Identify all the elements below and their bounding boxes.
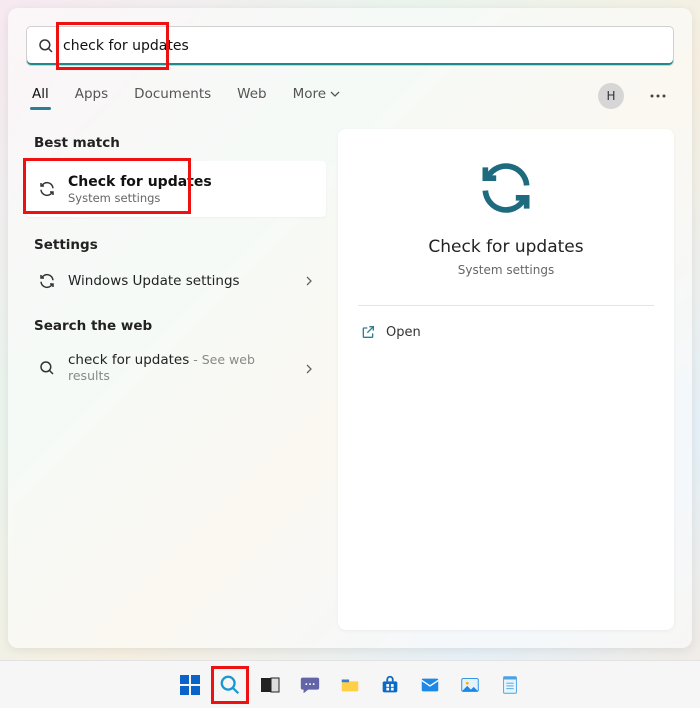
taskbar-chat-button[interactable] [296,671,324,699]
preview-panel: Check for updates System settings Open [338,129,674,630]
result-title: Check for updates [68,174,212,190]
chevron-right-icon [304,359,314,378]
tab-all[interactable]: All [30,80,51,112]
divider [358,305,654,306]
result-text-block: Check for updates System settings [68,174,212,205]
preview-subtitle: System settings [458,263,554,277]
result-windows-update-settings[interactable]: Windows Update settings [26,263,326,298]
section-header-best-match: Best match [26,129,326,161]
folder-icon [339,674,361,696]
tab-web[interactable]: Web [235,80,268,112]
result-subtitle: System settings [68,191,212,205]
tab-more-label: More [293,86,326,102]
task-view-icon [259,674,281,696]
result-best-match[interactable]: Check for updates System settings [26,161,326,217]
taskbar-photos-button[interactable] [456,671,484,699]
chevron-right-icon [304,271,314,290]
update-icon-large [475,157,537,219]
notepad-icon [499,674,521,696]
open-action[interactable]: Open [358,320,654,344]
search-input[interactable] [63,38,663,54]
result-label: check for updates - See web results [68,352,292,384]
tab-more[interactable]: More [291,80,342,112]
open-external-icon [360,324,376,340]
chevron-down-icon [330,89,340,99]
search-bar[interactable] [26,26,674,66]
update-icon [38,180,56,198]
taskbar-task-view-button[interactable] [256,671,284,699]
taskbar-file-explorer-button[interactable] [336,671,364,699]
search-icon [219,674,241,696]
more-options-button[interactable] [646,90,670,102]
preview-center: Check for updates System settings [358,155,654,277]
taskbar-start-button[interactable] [176,671,204,699]
section-header-search-web: Search the web [26,312,326,344]
store-icon [379,674,401,696]
taskbar-notepad-button[interactable] [496,671,524,699]
preview-title: Check for updates [428,237,583,257]
update-icon [38,272,56,290]
search-icon [38,359,56,377]
results-column: Best match Check for updates System sett… [26,129,326,630]
tab-documents[interactable]: Documents [132,80,213,112]
section-header-settings: Settings [26,231,326,263]
chat-icon [299,674,321,696]
result-label: Windows Update settings [68,273,240,289]
search-wrap [26,26,674,66]
taskbar-search-button[interactable] [216,671,244,699]
open-label: Open [386,325,421,340]
result-web-search[interactable]: check for updates - See web results [26,344,326,392]
windows-logo-icon [179,674,201,696]
search-window: All Apps Documents Web More H Best match… [8,8,692,648]
search-icon [37,37,55,55]
taskbar-store-button[interactable] [376,671,404,699]
ellipsis-icon [650,94,666,98]
taskbar [0,660,700,708]
tab-apps[interactable]: Apps [73,80,110,112]
body-columns: Best match Check for updates System sett… [8,113,692,648]
mail-icon [419,674,441,696]
tabs-row: All Apps Documents Web More H [8,72,692,113]
avatar[interactable]: H [598,83,624,109]
taskbar-mail-button[interactable] [416,671,444,699]
photos-icon [459,674,481,696]
